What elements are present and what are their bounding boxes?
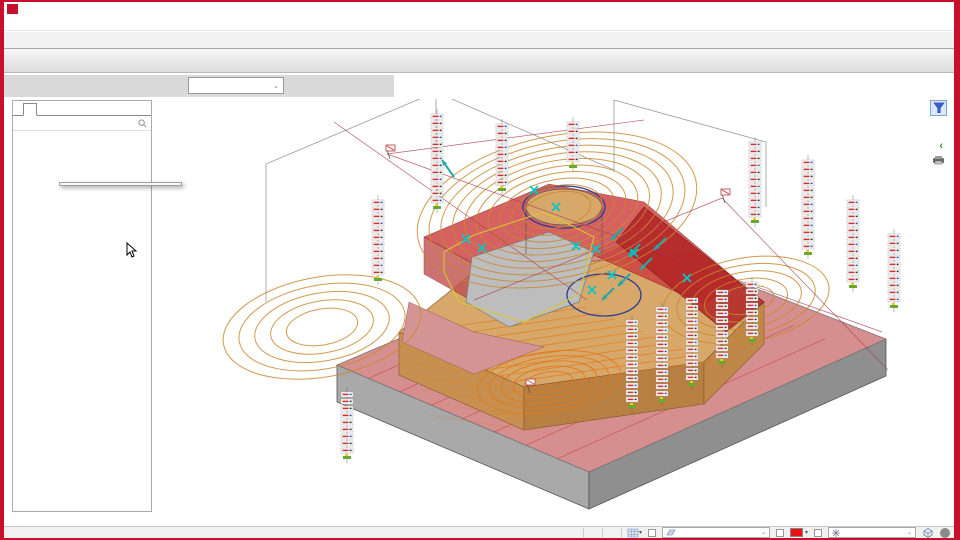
command-bar: ⌄ <box>4 73 954 99</box>
color-dropdown-arrow[interactable]: ▾ <box>805 529 808 536</box>
color-checkbox[interactable] <box>776 529 784 537</box>
reference-checkbox[interactable] <box>648 529 656 537</box>
layer-combo[interactable]: ⌄ <box>828 527 916 538</box>
mouse-cursor-icon <box>126 242 138 259</box>
coord-x <box>589 528 591 537</box>
chevron-down-icon: ⌄ <box>903 529 912 536</box>
grid-icon <box>627 528 639 538</box>
grid-toggle-button[interactable]: ▾ <box>627 528 642 538</box>
layer-icon <box>832 529 840 537</box>
app-icon <box>7 4 18 14</box>
collapse-chevron-icon[interactable]: ‹ <box>939 141 943 151</box>
filter-button[interactable] <box>930 100 947 116</box>
coord-y <box>608 528 610 537</box>
view-cube-button[interactable] <box>922 527 934 538</box>
viewport-3d[interactable] <box>153 99 954 526</box>
ribbon-toolbar <box>4 49 954 73</box>
machining-scene <box>153 99 954 526</box>
chevron-down-icon: ⌄ <box>273 82 279 90</box>
chevron-down-icon: ⌄ <box>757 529 766 536</box>
cube-icon <box>922 527 934 538</box>
ribbon-tab-row <box>4 32 954 49</box>
plane-icon <box>666 529 676 537</box>
machining-tree-panel <box>12 100 152 512</box>
tab-machining[interactable] <box>23 103 37 116</box>
reference-combo[interactable]: ⌄ <box>662 527 770 538</box>
filter-icon <box>933 102 945 114</box>
menu-bar <box>4 16 954 31</box>
current-color-swatch[interactable] <box>790 528 803 537</box>
layer-checkbox[interactable] <box>814 529 822 537</box>
tree-search-box[interactable] <box>13 116 151 131</box>
small-device-icon[interactable] <box>932 152 945 170</box>
title-bar <box>4 2 954 16</box>
status-bar: ▾ ⌄ ▾ ⌄ <box>4 526 954 538</box>
command-combo[interactable]: ⌄ <box>188 77 284 94</box>
search-icon <box>138 119 147 128</box>
context-menu <box>59 182 182 186</box>
help-button[interactable] <box>940 528 950 538</box>
